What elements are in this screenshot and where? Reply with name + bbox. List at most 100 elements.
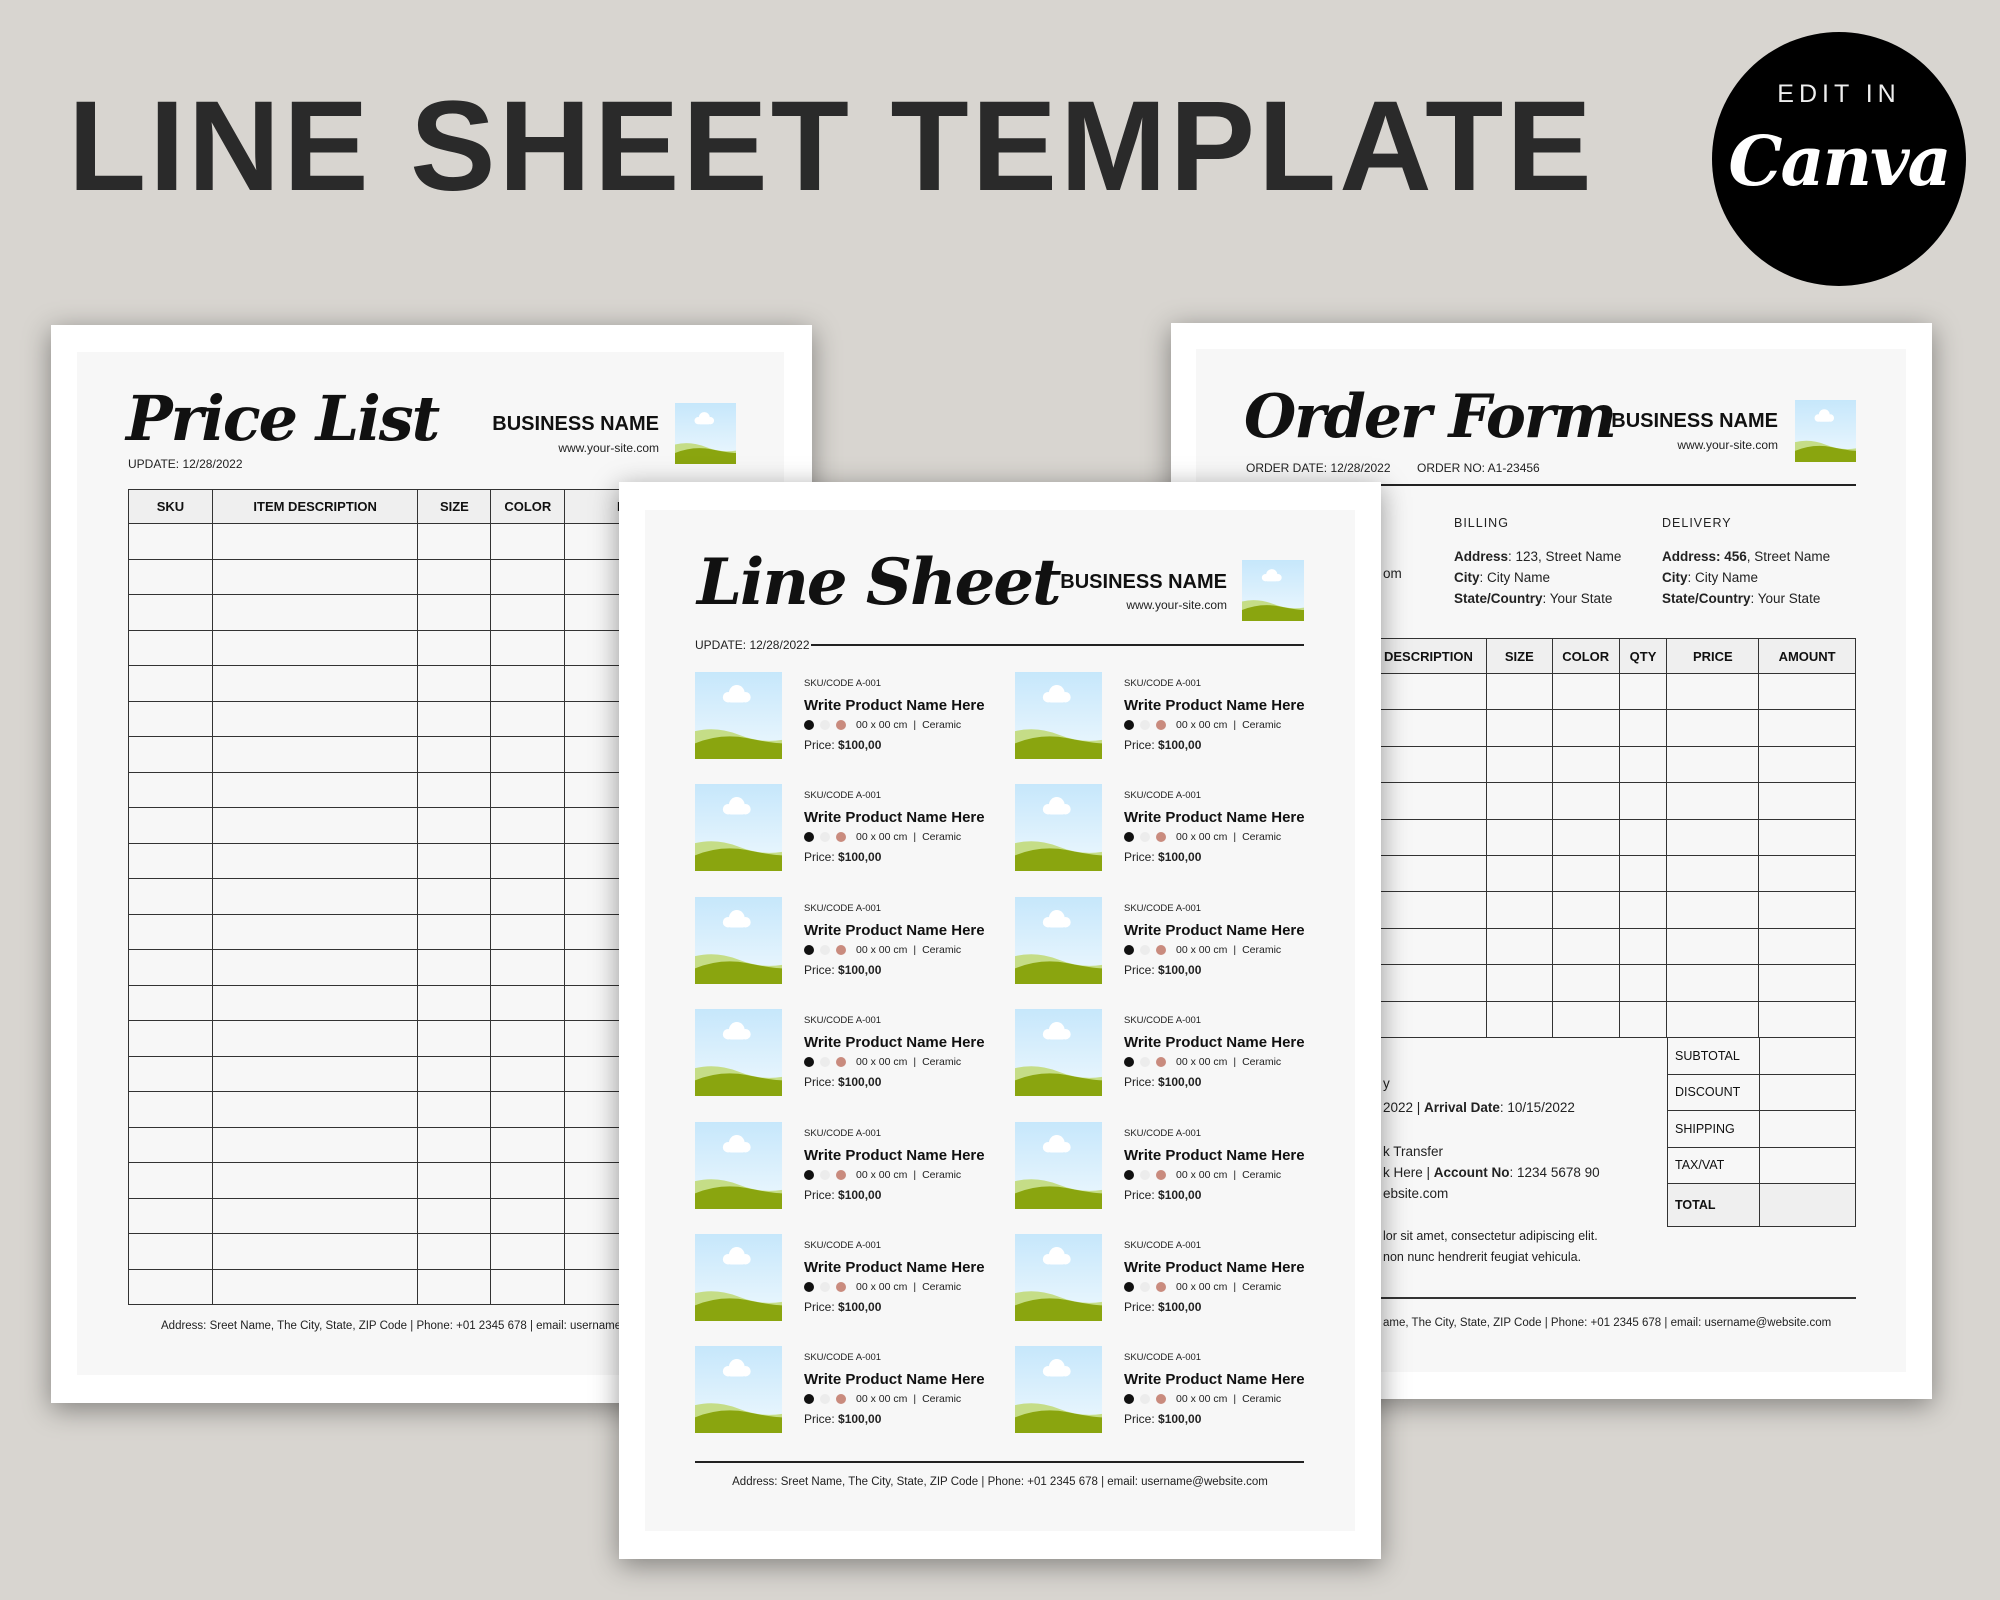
table-cell[interactable]: [1618, 782, 1668, 820]
table-cell[interactable]: [1666, 1000, 1760, 1038]
table-cell[interactable]: [211, 771, 419, 808]
table-cell[interactable]: [1485, 782, 1553, 820]
table-cell[interactable]: [128, 949, 213, 986]
table-cell[interactable]: [490, 736, 566, 773]
table-cell[interactable]: [211, 665, 419, 702]
table-cell[interactable]: [1758, 818, 1856, 856]
table-cell[interactable]: [490, 1091, 566, 1128]
table-cell[interactable]: [211, 1162, 419, 1199]
table-cell[interactable]: [490, 700, 566, 737]
table-cell[interactable]: [128, 984, 213, 1021]
table-cell[interactable]: [211, 878, 419, 915]
table-cell[interactable]: [128, 842, 213, 879]
table-cell[interactable]: [1758, 891, 1856, 929]
table-cell[interactable]: [417, 558, 492, 595]
table-cell[interactable]: [1666, 964, 1760, 1002]
table-cell[interactable]: [417, 700, 492, 737]
table-cell[interactable]: [211, 558, 419, 595]
table-cell[interactable]: [417, 878, 492, 915]
table-cell[interactable]: [417, 1126, 492, 1163]
table-cell[interactable]: [128, 1197, 213, 1234]
table-cell[interactable]: [490, 842, 566, 879]
table-cell[interactable]: [1758, 745, 1856, 784]
table-cell[interactable]: [417, 1197, 492, 1234]
table-cell[interactable]: [1551, 854, 1620, 893]
table-cell[interactable]: [1618, 891, 1668, 929]
edit-in-canva-badge[interactable]: EDIT IN Canva: [1712, 32, 1966, 286]
table-cell[interactable]: [211, 913, 419, 950]
table-cell[interactable]: [211, 1233, 419, 1270]
table-cell[interactable]: [1618, 854, 1668, 893]
table-cell[interactable]: [211, 1055, 419, 1092]
table-cell[interactable]: [1485, 1000, 1553, 1038]
table-cell[interactable]: [490, 878, 566, 915]
table-cell[interactable]: [1551, 672, 1620, 711]
table-cell[interactable]: [1618, 818, 1668, 856]
table-cell[interactable]: [1485, 964, 1553, 1002]
table-cell[interactable]: [211, 949, 419, 986]
table-cell[interactable]: [417, 523, 492, 560]
table-cell[interactable]: [211, 807, 419, 844]
table-cell[interactable]: [128, 1020, 213, 1057]
table-cell[interactable]: [490, 629, 566, 666]
table-cell[interactable]: [417, 807, 492, 844]
table-cell[interactable]: [1758, 672, 1856, 711]
table-cell[interactable]: [1551, 709, 1620, 747]
table-cell[interactable]: [128, 1162, 213, 1199]
table-cell[interactable]: [1666, 854, 1760, 893]
table-cell[interactable]: [490, 1020, 566, 1057]
table-cell[interactable]: [1551, 927, 1620, 966]
table-cell[interactable]: [417, 594, 492, 631]
table-cell[interactable]: [417, 1020, 492, 1057]
table-cell[interactable]: [1666, 891, 1760, 929]
table-cell[interactable]: [128, 913, 213, 950]
table-cell[interactable]: [490, 1162, 566, 1199]
table-cell[interactable]: [128, 523, 213, 560]
table-cell[interactable]: [1758, 854, 1856, 893]
table-cell[interactable]: [490, 558, 566, 595]
totals-value[interactable]: [1758, 1183, 1857, 1227]
table-cell[interactable]: [211, 984, 419, 1021]
table-cell[interactable]: [417, 736, 492, 773]
table-cell[interactable]: [128, 1268, 213, 1305]
table-cell[interactable]: [1485, 927, 1553, 966]
table-cell[interactable]: [1666, 927, 1760, 966]
table-cell[interactable]: [1618, 927, 1668, 966]
table-cell[interactable]: [211, 1020, 419, 1057]
table-cell[interactable]: [417, 771, 492, 808]
table-cell[interactable]: [128, 558, 213, 595]
table-cell[interactable]: [128, 878, 213, 915]
table-cell[interactable]: [211, 1126, 419, 1163]
table-cell[interactable]: [211, 842, 419, 879]
table-cell[interactable]: [1618, 745, 1668, 784]
table-cell[interactable]: [417, 1162, 492, 1199]
table-cell[interactable]: [490, 949, 566, 986]
table-cell[interactable]: [1666, 745, 1760, 784]
table-cell[interactable]: [1758, 709, 1856, 747]
table-cell[interactable]: [1551, 891, 1620, 929]
table-cell[interactable]: [417, 949, 492, 986]
table-cell[interactable]: [128, 807, 213, 844]
table-cell[interactable]: [417, 1055, 492, 1092]
table-cell[interactable]: [417, 665, 492, 702]
table-cell[interactable]: [490, 1055, 566, 1092]
table-cell[interactable]: [1485, 854, 1553, 893]
table-cell[interactable]: [211, 629, 419, 666]
table-cell[interactable]: [128, 629, 213, 666]
table-cell[interactable]: [211, 1197, 419, 1234]
table-cell[interactable]: [1758, 782, 1856, 820]
totals-value[interactable]: [1758, 1037, 1857, 1075]
table-cell[interactable]: [417, 984, 492, 1021]
table-cell[interactable]: [417, 913, 492, 950]
table-cell[interactable]: [490, 594, 566, 631]
table-cell[interactable]: [490, 807, 566, 844]
table-cell[interactable]: [128, 594, 213, 631]
table-cell[interactable]: [1666, 782, 1760, 820]
table-cell[interactable]: [490, 771, 566, 808]
totals-value[interactable]: [1758, 1073, 1857, 1111]
table-cell[interactable]: [1551, 1000, 1620, 1038]
table-cell[interactable]: [1618, 964, 1668, 1002]
table-cell[interactable]: [1758, 964, 1856, 1002]
table-cell[interactable]: [128, 771, 213, 808]
table-cell[interactable]: [1618, 672, 1668, 711]
